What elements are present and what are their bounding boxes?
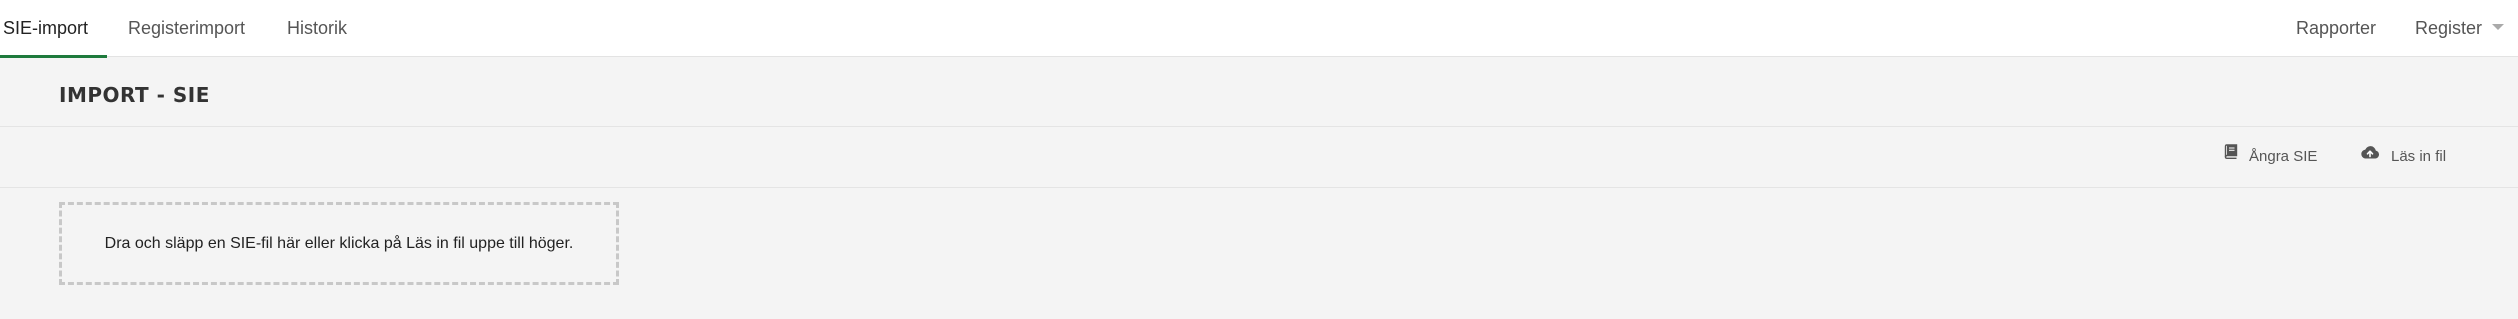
- file-dropzone[interactable]: Dra och släpp en SIE-fil här eller klick…: [59, 202, 619, 285]
- menu-rapporter[interactable]: Rapporter: [2296, 0, 2376, 57]
- tab-registerimport[interactable]: Registerimport: [128, 0, 245, 57]
- toolbar: Ångra SIE Läs in fil: [0, 127, 2518, 188]
- book-icon: [2224, 125, 2238, 185]
- page-title: IMPORT - SIE: [59, 83, 210, 107]
- cloud-upload-icon: [2360, 125, 2380, 185]
- menu-register-dropdown[interactable]: Register: [2415, 0, 2505, 57]
- undo-sie-label: Ångra SIE: [2249, 148, 2318, 165]
- menu-register-label: Register: [2415, 18, 2483, 38]
- load-file-button[interactable]: Läs in fil: [2360, 127, 2446, 187]
- chevron-down-icon: [2492, 24, 2505, 31]
- page-header: IMPORT - SIE: [0, 57, 2518, 127]
- tab-sie-import[interactable]: SIE-import: [0, 0, 107, 58]
- undo-sie-button[interactable]: Ångra SIE: [2224, 127, 2317, 187]
- dropzone-instruction: Dra och släpp en SIE-fil här eller klick…: [104, 235, 574, 252]
- tab-historik[interactable]: Historik: [287, 0, 347, 57]
- top-navigation: SIE-import Registerimport Historik Rappo…: [0, 0, 2518, 58]
- load-file-label: Läs in fil: [2391, 148, 2447, 165]
